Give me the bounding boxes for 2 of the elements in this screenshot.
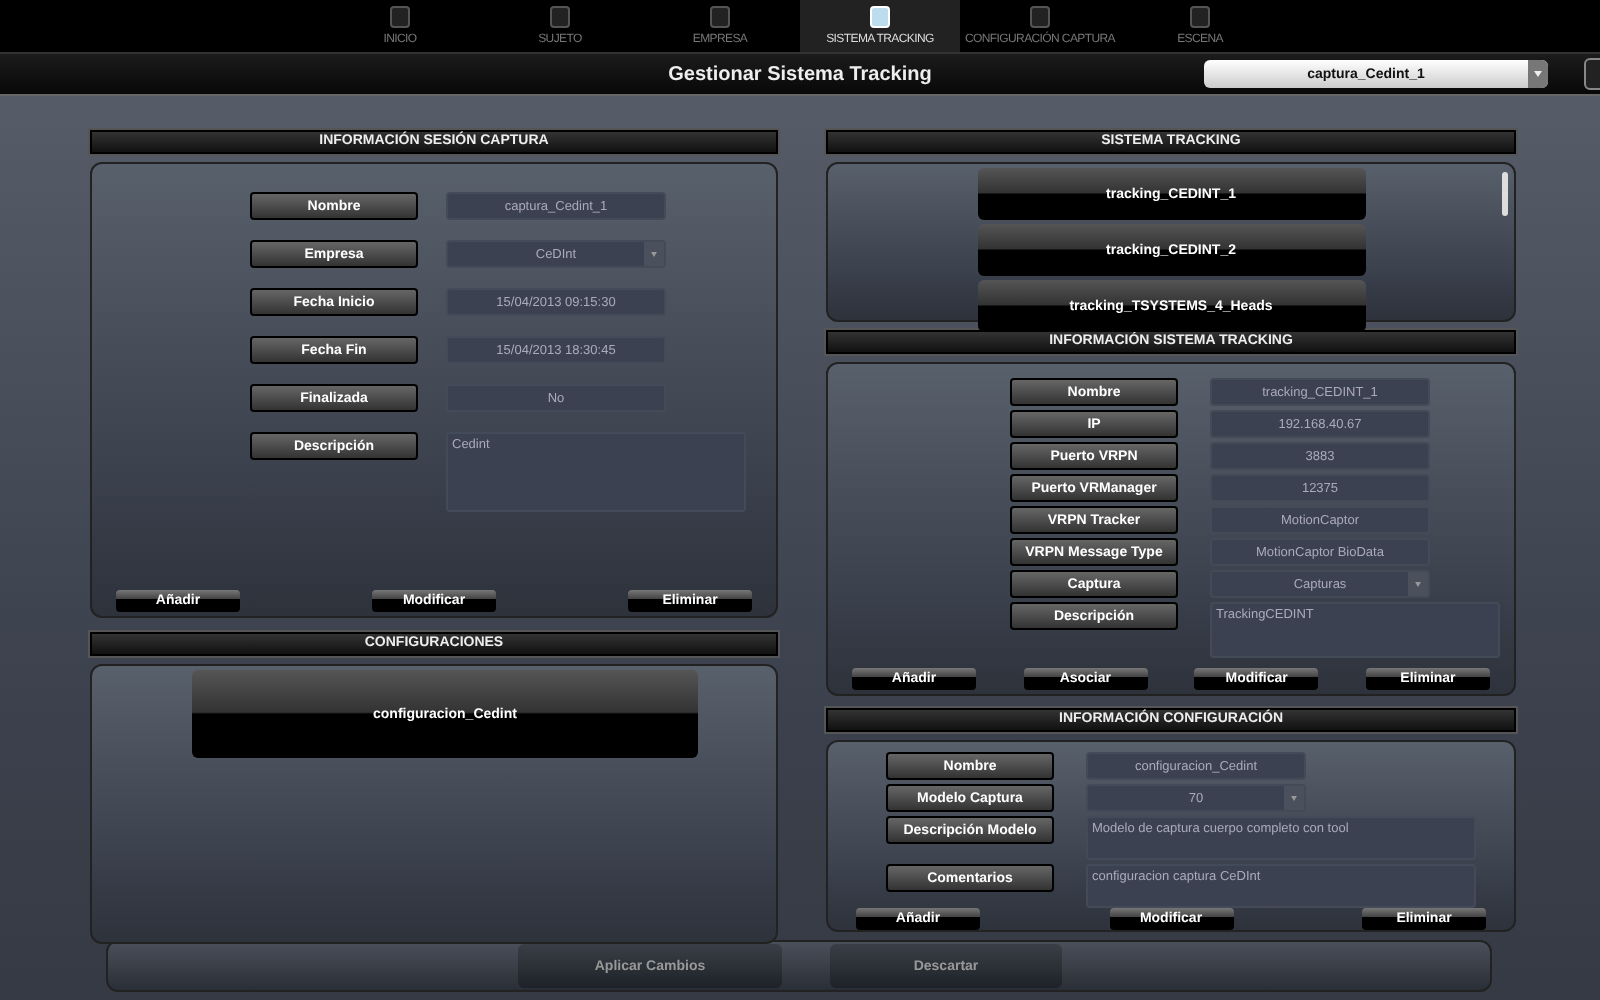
page-title: Gestionar Sistema Tracking bbox=[666, 63, 934, 85]
scrollbar[interactable] bbox=[1502, 172, 1508, 216]
